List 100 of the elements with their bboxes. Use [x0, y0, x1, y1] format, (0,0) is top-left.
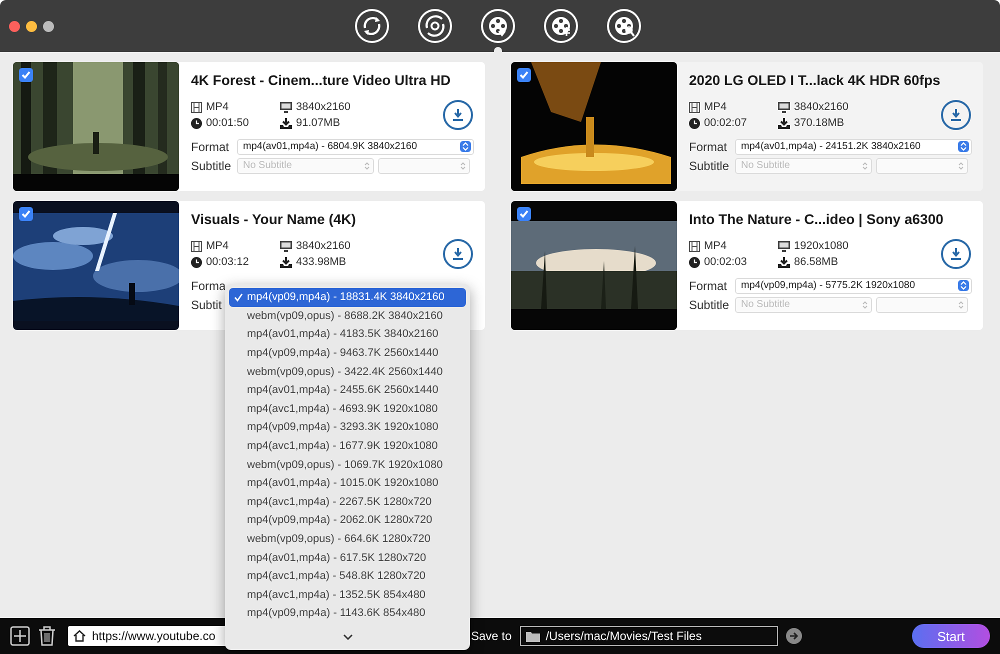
go-button[interactable]: [786, 628, 802, 644]
video-card[interactable]: Into The Nature - C...ideo | Sony a6300 MP4 1920x1080 00:02:03 86.58MB Format mp4(vp09,mp4a) - 5775.2K 1920x1080 Subtitle No Subtitle: [511, 201, 983, 330]
monitor-icon: [280, 102, 292, 112]
format-option[interactable]: webm(vp09,opus) - 3422.4K 2560x1440: [229, 362, 466, 381]
stepper-icon: [460, 141, 471, 152]
stepper-icon: [958, 280, 969, 291]
subtitle-label: Subtitle: [689, 158, 730, 172]
container-format: MP4: [206, 240, 229, 252]
duration: 00:02:03: [704, 256, 747, 268]
home-icon: [73, 630, 86, 642]
video-title: Visuals - Your Name (4K): [191, 211, 357, 229]
clock-icon: [191, 118, 202, 128]
clock-icon: [689, 256, 700, 268]
minimize-button[interactable]: [26, 20, 37, 32]
checkmark-icon: [519, 70, 529, 80]
container-format: MP4: [704, 101, 727, 113]
chevron-down-icon[interactable]: [342, 634, 352, 640]
download-tray-icon: [778, 118, 790, 128]
add-button[interactable]: [10, 626, 30, 646]
format-option[interactable]: webm(vp09,opus) - 664.6K 1280x720: [229, 530, 466, 548]
close-button[interactable]: [9, 20, 20, 32]
format-option[interactable]: mp4(av01,mp4a) - 2455.6K 2560x1440: [229, 380, 466, 400]
updown-icon: [957, 300, 965, 310]
duration: 00:01:50: [206, 117, 249, 129]
subtitle-label: Subtitle: [191, 158, 232, 172]
format-option[interactable]: mp4(vp09,mp4a) - 3293.3K 1920x1080: [229, 418, 466, 437]
stepper-icon: [958, 141, 969, 152]
format-select[interactable]: mp4(av01,mp4a) - 24151.2K 3840x2160: [735, 138, 972, 154]
download-tray-icon: [280, 118, 292, 128]
download-button[interactable]: [941, 100, 971, 130]
clock-icon: [191, 256, 202, 268]
format-option[interactable]: mp4(avc1,mp4a) - 548.8K 1280x720: [229, 566, 466, 586]
video-title: 4K Forest - Cinem...ture Video Ultra HD: [191, 72, 452, 90]
resolution: 3840x2160: [296, 240, 350, 252]
format-option[interactable]: mp4(vp09,mp4a) - 2062.0K 1280x720: [229, 511, 466, 530]
subtitle-label: Subtit: [191, 298, 223, 312]
film-icon: [191, 102, 202, 112]
format-option[interactable]: mp4(avc1,mp4a) - 2267.5K 1280x720: [229, 492, 466, 512]
container-format: MP4: [206, 101, 229, 113]
duration: 00:02:07: [704, 117, 747, 129]
format-label: Format: [191, 140, 230, 154]
film-reel-download-icon: [480, 8, 516, 44]
file-size: 91.07MB: [296, 117, 340, 129]
resolution: 1920x1080: [794, 240, 848, 252]
download-icon: [949, 108, 963, 122]
container-format: MP4: [704, 240, 727, 252]
folder-icon: [526, 630, 540, 642]
format-option[interactable]: mp4(av01,mp4a) - 617.5K 1280x720: [229, 548, 466, 567]
checkbox[interactable]: [19, 207, 33, 221]
resolution: 3840x2160: [296, 101, 350, 113]
video-card[interactable]: 4K Forest - Cinem...ture Video Ultra HD MP4 3840x2160 00:01:50 91.07MB Format mp4(av01,mp4a) - 6804.9K 3840x2160 Subtitle No Subtitle: [13, 62, 485, 191]
format-select[interactable]: mp4(av01,mp4a) - 6804.9K 3840x2160: [237, 138, 474, 154]
video-card[interactable]: 2020 LG OLED I T...lack 4K HDR 60fps MP4 3840x2160 00:02:07 370.18MB Format mp4(av01,mp4a) - 24151.2K 3840x2160 Subtitle No Subtitle: [511, 62, 983, 191]
format-select[interactable]: mp4(vp09,mp4a) - 5775.2K 1920x1080: [735, 278, 972, 294]
format-option[interactable]: mp4(vp09,mp4a) - 9463.7K 2560x1440: [229, 344, 466, 362]
checkmark-icon: [519, 209, 529, 219]
sync-disc-icon: [417, 8, 453, 44]
format-option[interactable]: mp4(vp09,mp4a) - 18831.4K 3840x2160: [229, 288, 466, 307]
checkmark-icon: [21, 209, 31, 219]
checkbox[interactable]: [517, 207, 531, 221]
checkbox[interactable]: [19, 68, 33, 82]
checkbox[interactable]: [517, 68, 531, 82]
duration: 00:03:12: [206, 256, 249, 268]
download-button[interactable]: [443, 239, 473, 269]
plus-icon: [10, 626, 30, 646]
video-title: 2020 LG OLED I T...lack 4K HDR 60fps: [689, 72, 942, 90]
download-tray-icon: [280, 256, 292, 268]
start-button[interactable]: Start: [912, 624, 990, 648]
updown-icon: [459, 160, 467, 170]
delete-button[interactable]: [38, 626, 56, 646]
format-option[interactable]: mp4(vp09,mp4a) - 1143.6K 854x480: [229, 604, 466, 623]
monitor-icon: [778, 240, 790, 252]
monitor-icon: [778, 102, 790, 112]
format-option[interactable]: mp4(avc1,mp4a) - 1352.5K 854x480: [229, 586, 466, 604]
format-option[interactable]: webm(vp09,opus) - 8688.2K 3840x2160: [229, 306, 466, 326]
format-label: Format: [689, 278, 728, 292]
film-icon: [689, 240, 700, 252]
updown-icon: [363, 160, 371, 170]
format-option[interactable]: webm(vp09,opus) - 1069.7K 1920x1080: [229, 455, 466, 474]
file-size: 433.98MB: [296, 256, 346, 268]
format-option[interactable]: mp4(av01,mp4a) - 1015.0K 1920x1080: [229, 474, 466, 493]
checkmark-icon: [234, 293, 243, 302]
save-path-field[interactable]: /Users/mac/Movies/Test Files: [520, 626, 778, 646]
download-button[interactable]: [941, 239, 971, 269]
monitor-icon: [280, 240, 292, 252]
toolbar-button[interactable]: [480, 8, 516, 52]
download-button[interactable]: [443, 100, 473, 130]
resolution: 3840x2160: [794, 101, 848, 113]
updown-icon: [861, 300, 869, 310]
file-size: 86.58MB: [794, 256, 838, 268]
checkmark-icon: [21, 70, 31, 80]
format-option[interactable]: mp4(avc1,mp4a) - 1677.9K 1920x1080: [229, 436, 466, 456]
zoom-button[interactable]: [43, 20, 54, 32]
save-to-label: Save to: [471, 629, 512, 643]
download-icon: [451, 247, 465, 261]
film-icon: [689, 102, 700, 112]
download-icon: [451, 108, 465, 122]
film-reel-convert-icon: [543, 8, 579, 44]
updown-icon: [957, 160, 965, 170]
format-option[interactable]: mp4(avc1,mp4a) - 4693.9K 1920x1080: [229, 400, 466, 418]
